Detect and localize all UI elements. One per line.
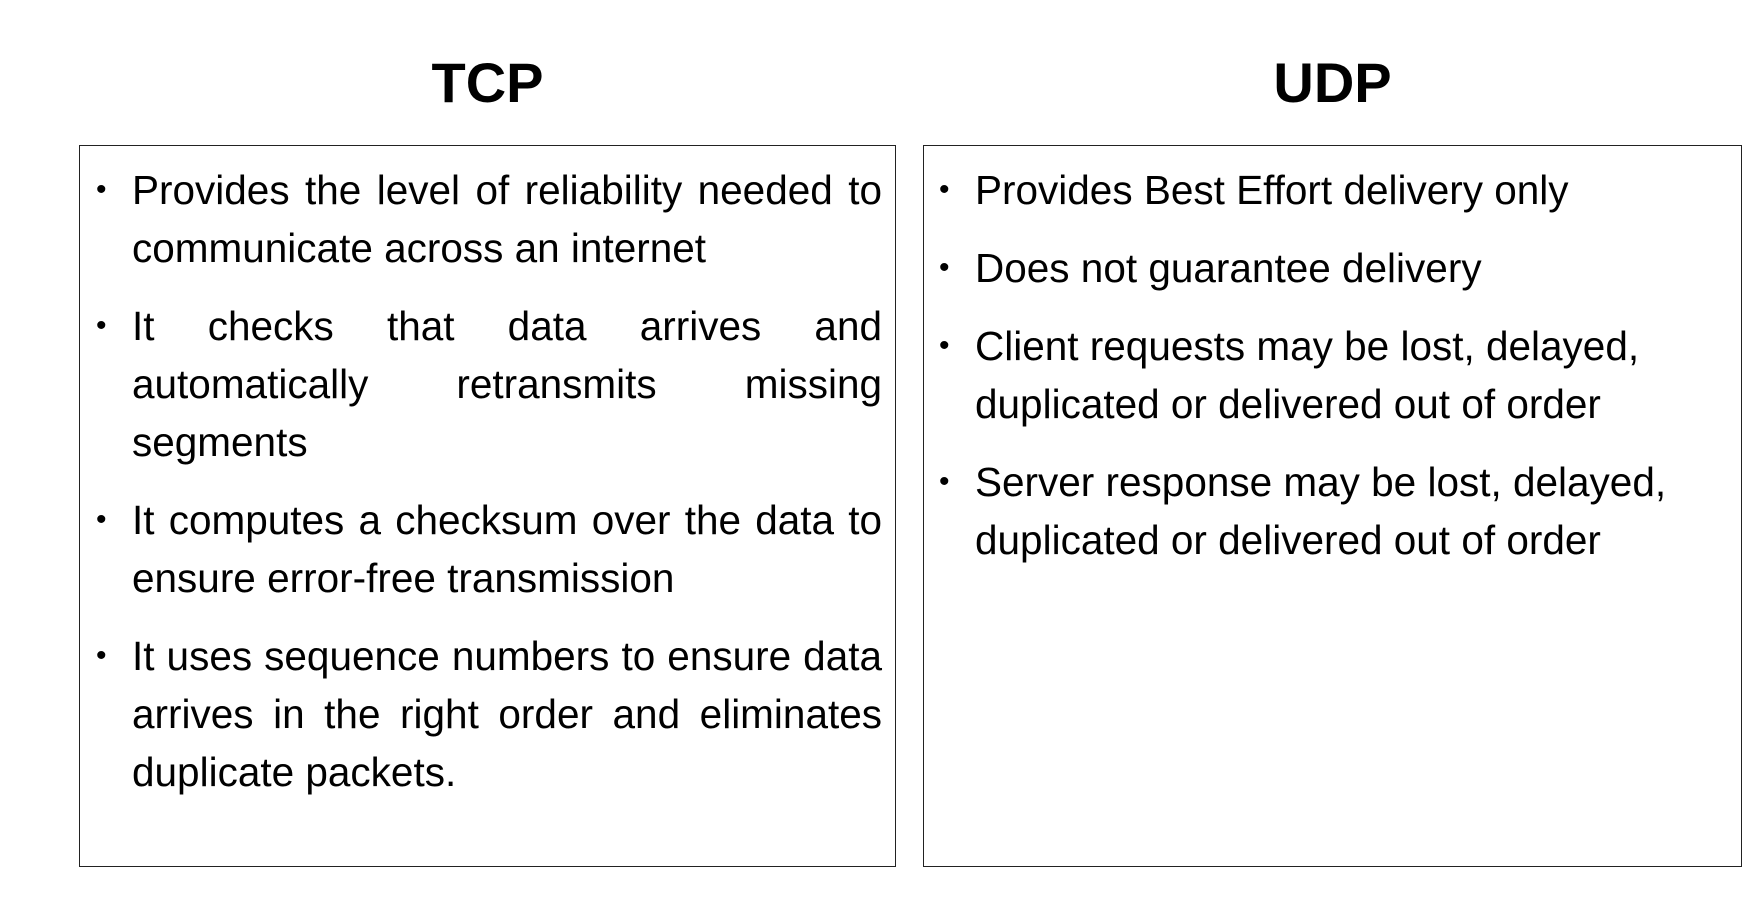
tcp-item-text: It computes a checksum over the data to … [132, 497, 882, 601]
bullet-icon: • [96, 309, 107, 342]
bullet-icon: • [939, 173, 950, 206]
udp-item-text: Client requests may be lost, delayed, du… [975, 323, 1640, 427]
udp-bullet-list: • Provides Best Effort delivery only • D… [939, 161, 1745, 589]
bullet-icon: • [939, 329, 950, 362]
udp-heading: UDP [1273, 51, 1392, 114]
list-item: • It checks that data arrives and automa… [96, 297, 882, 471]
list-item: • Provides Best Effort delivery only [939, 161, 1745, 219]
list-item: • Provides the level of reliability need… [96, 161, 882, 277]
list-item: • It computes a checksum over the data t… [96, 491, 882, 607]
udp-item-text: Does not guarantee delivery [975, 245, 1482, 291]
list-item: • Server response may be lost, delayed, … [939, 453, 1745, 569]
bullet-icon: • [939, 251, 950, 284]
udp-item-text: Provides Best Effort delivery only [975, 167, 1569, 213]
bullet-icon: • [96, 639, 107, 672]
list-item: • It uses sequence numbers to ensure dat… [96, 627, 882, 801]
tcp-item-text: It checks that data arrives and automati… [132, 303, 882, 465]
udp-item-text: Server response may be lost, delayed, du… [975, 459, 1667, 563]
tcp-bullet-list: • Provides the level of reliability need… [96, 161, 882, 821]
list-item: • Does not guarantee delivery [939, 239, 1745, 297]
list-item: • Client requests may be lost, delayed, … [939, 317, 1745, 433]
tcp-item-text: Provides the level of reliability needed… [132, 167, 882, 271]
udp-panel: • Provides Best Effort delivery only • D… [923, 145, 1742, 867]
bullet-icon: • [96, 173, 107, 206]
bullet-icon: • [939, 465, 950, 498]
tcp-panel: • Provides the level of reliability need… [79, 145, 896, 867]
bullet-icon: • [96, 503, 107, 536]
tcp-item-text: It uses sequence numbers to ensure data … [132, 633, 882, 795]
tcp-heading: TCP [431, 51, 544, 114]
